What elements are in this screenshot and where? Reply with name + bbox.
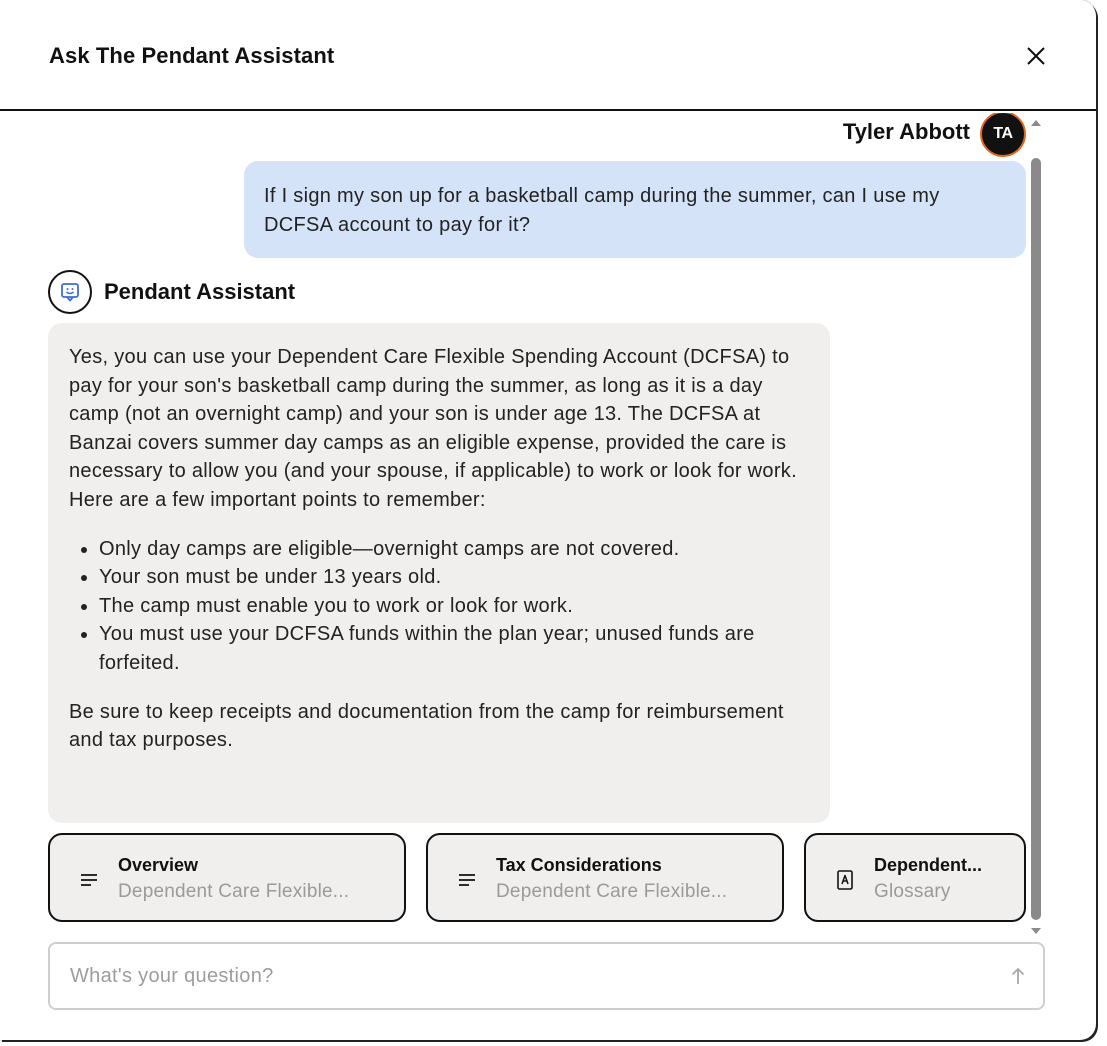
glossary-icon xyxy=(834,869,856,891)
list-item: Only day camps are eligible—overnight ca… xyxy=(99,535,810,564)
answer-points: Only day camps are eligible—overnight ca… xyxy=(69,535,810,678)
assistant-name: Pendant Assistant xyxy=(104,279,296,304)
chat-thread[interactable]: Tyler Abbott TA If I sign my son up for … xyxy=(0,113,1096,933)
source-card-tax-considerations[interactable]: Tax Considerations Dependent Care Flexib… xyxy=(426,833,784,922)
assistant-chat-icon xyxy=(48,270,92,314)
source-card-overview[interactable]: Overview Dependent Care Flexible... xyxy=(48,833,406,922)
question-input[interactable] xyxy=(70,944,970,1008)
source-card-title: Tax Considerations xyxy=(496,855,662,875)
arrow-up-icon xyxy=(1011,967,1025,984)
close-icon xyxy=(1027,47,1045,65)
assistant-message: Yes, you can use your Dependent Care Fle… xyxy=(48,323,830,823)
assistant-modal: Ask The Pendant Assistant Tyler Abbott T… xyxy=(0,0,1096,1040)
close-button[interactable] xyxy=(1020,40,1052,72)
modal-title: Ask The Pendant Assistant xyxy=(49,43,335,68)
question-input-box[interactable] xyxy=(48,942,1045,1010)
user-name: Tyler Abbott xyxy=(842,119,970,144)
text-lines-icon xyxy=(78,869,100,891)
avatar: TA xyxy=(980,113,1026,157)
source-card-subtitle: Glossary xyxy=(874,881,951,902)
source-card-dependent[interactable]: Dependent... Glossary xyxy=(804,833,1026,922)
modal-header: Ask The Pendant Assistant xyxy=(0,0,1096,111)
scrollbar-thumb[interactable] xyxy=(1031,158,1041,920)
answer-intro: Yes, you can use your Dependent Care Fle… xyxy=(69,346,797,511)
chat-scrollbar[interactable] xyxy=(1028,116,1044,940)
source-card-title: Overview xyxy=(118,855,199,875)
user-header: Tyler Abbott xyxy=(843,113,970,151)
list-item: You must use your DCFSA funds within the… xyxy=(99,620,810,677)
scroll-down-arrow-icon[interactable] xyxy=(1030,926,1042,936)
list-item: Your son must be under 13 years old. xyxy=(99,563,810,592)
user-message: If I sign my son up for a basketball cam… xyxy=(244,161,1026,258)
source-card-subtitle: Dependent Care Flexible... xyxy=(496,881,728,902)
list-item: The camp must enable you to work or look… xyxy=(99,592,810,621)
scroll-up-arrow-icon[interactable] xyxy=(1030,118,1042,128)
text-lines-icon xyxy=(456,869,478,891)
assistant-header: Pendant Assistant xyxy=(48,270,295,314)
source-card-title: Dependent... xyxy=(874,855,983,875)
send-button[interactable] xyxy=(1005,962,1031,990)
answer-outro: Be sure to keep receipts and documentati… xyxy=(69,700,784,752)
source-card-subtitle: Dependent Care Flexible... xyxy=(118,881,350,902)
